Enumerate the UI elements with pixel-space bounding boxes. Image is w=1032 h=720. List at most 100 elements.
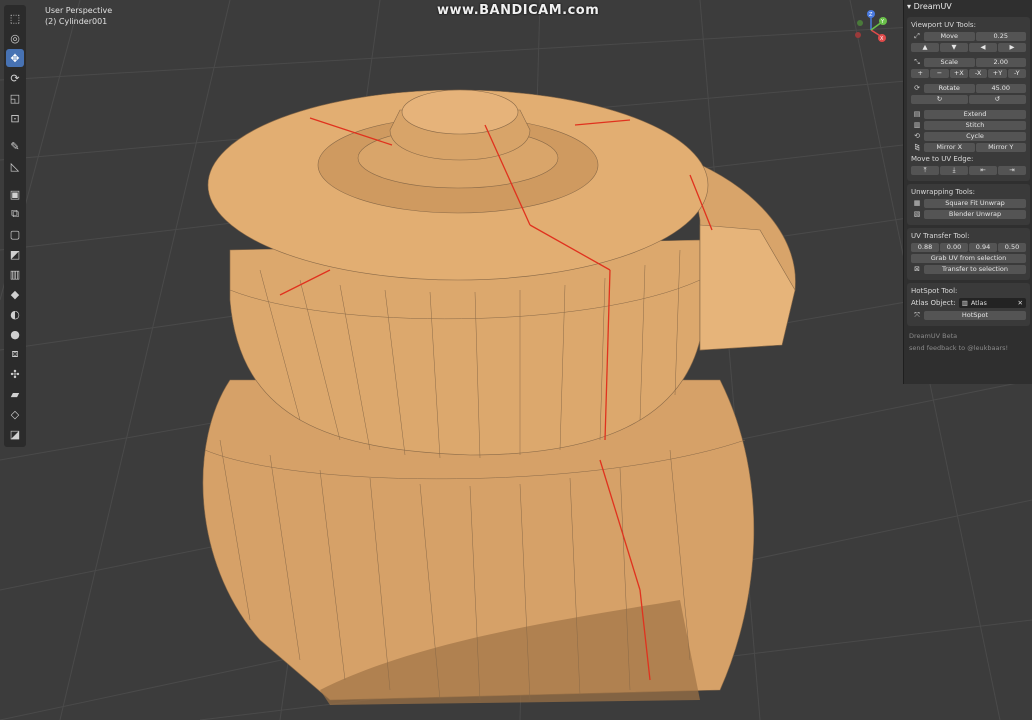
hotspot-box: HotSpot Tool: Atlas Object: ▥ Atlas ✕ ⤧ … (907, 283, 1030, 326)
view-mode-label: User Perspective (45, 6, 113, 15)
neg-x-axis-icon[interactable] (855, 32, 861, 38)
rotate-cw-icon: ↻ (936, 95, 943, 103)
scale-icon[interactable]: ◱ (6, 89, 24, 107)
extend-icon: ▤ (913, 110, 921, 118)
mesh-object-icon: ▥ (961, 299, 968, 307)
hotspot-icon: ⤧ (914, 311, 920, 319)
annotate-icon[interactable]: ✎ (6, 137, 24, 155)
edge-top-button[interactable]: ⤒ (911, 166, 939, 175)
move-up-button[interactable]: ▲ (911, 43, 939, 52)
transfer-value-1[interactable]: 0.88 (911, 243, 939, 252)
smooth-icon[interactable]: ● (6, 325, 24, 343)
scale-plus-y-button[interactable]: +Y (988, 69, 1007, 78)
inset-icon[interactable]: ▢ (6, 225, 24, 243)
shrink-fatten-icon[interactable]: ✣ (6, 365, 24, 383)
stitch-button[interactable]: Stitch (924, 121, 1026, 130)
spin-icon[interactable]: ◐ (6, 305, 24, 323)
move-down-button[interactable]: ▼ (940, 43, 968, 52)
viewport-scene[interactable] (0, 0, 1032, 720)
rotate-uv-icon: ⟳ (914, 84, 920, 92)
navigation-gizmo[interactable]: X Y Z (846, 8, 896, 50)
mirror-x-button[interactable]: Mirror X (924, 143, 975, 152)
extrude-icon[interactable]: ⧉ (6, 205, 24, 223)
rotate-button[interactable]: Rotate (924, 84, 975, 93)
atlas-object-field[interactable]: ▥ Atlas ✕ (958, 298, 1026, 308)
transfer-to-selection-button[interactable]: Transfer to selection (924, 265, 1026, 274)
uv-transfer-title: UV Transfer Tool: (911, 232, 970, 240)
x-axis-label: X (880, 36, 884, 42)
viewport-tools-title: Viewport UV Tools: (911, 21, 976, 29)
viewport-uv-tools-box: Viewport UV Tools: ⤢ Move 0.25 ▲ ▼ ◀ ▶ ⤡… (907, 17, 1030, 181)
move-uv-icon: ⤢ (914, 32, 920, 40)
hotspot-button[interactable]: HotSpot (924, 311, 1026, 320)
active-object-label: (2) Cylinder001 (45, 17, 108, 26)
transfer-value-4[interactable]: 0.50 (998, 243, 1026, 252)
uv-transfer-box: UV Transfer Tool: 0.88 0.00 0.94 0.50 Gr… (907, 228, 1030, 280)
edge-bottom-button[interactable]: ⤓ (940, 166, 968, 175)
move-value-field[interactable]: 0.25 (975, 32, 1026, 41)
neg-y-axis-icon[interactable] (857, 20, 863, 26)
scale-minus-button[interactable]: − (930, 69, 949, 78)
scale-minus-x-button[interactable]: -X (968, 69, 988, 78)
move-to-edge-title: Move to UV Edge: (911, 155, 974, 163)
measure-icon[interactable]: ◺ (6, 157, 24, 175)
viewport-info: User Perspective (2) Cylinder001 (45, 5, 112, 27)
feedback-label: send feedback to @leukbaars! (909, 344, 1009, 352)
bevel-icon[interactable]: ◩ (6, 245, 24, 263)
scale-plus-x-button[interactable]: +X (949, 69, 968, 78)
clear-icon[interactable]: ✕ (1018, 298, 1023, 308)
move-icon[interactable]: ✥ (6, 49, 24, 67)
add-cube-icon[interactable]: ▣ (6, 185, 24, 203)
rotate-ccw-button[interactable]: ↺ (969, 95, 1026, 104)
tool-shelf: ⬚ ◎ ✥ ⟳ ◱ ⊡ ✎ ◺ ▣ ⧉ ▢ ◩ ▥ ◆ ◐ ● ⧈ ✣ ▰ ◇ … (4, 5, 26, 447)
transfer-value-3[interactable]: 0.94 (969, 243, 997, 252)
rip-region-icon[interactable]: ◇ (6, 405, 24, 423)
panel-header[interactable]: ▾ DreamUV (904, 0, 1032, 14)
scale-plus-button[interactable]: + (911, 69, 930, 78)
loop-cut-icon[interactable]: ▥ (6, 265, 24, 283)
grab-uv-button[interactable]: Grab UV from selection (911, 254, 1026, 263)
scale-uv-icon: ⤡ (914, 58, 920, 66)
panel-title: DreamUV (913, 2, 952, 11)
unwrapping-title: Unwrapping Tools: (911, 188, 975, 196)
scale-value-field[interactable]: 2.00 (975, 58, 1026, 67)
transfer-value-2[interactable]: 0.00 (940, 243, 968, 252)
beta-label: DreamUV Beta (909, 332, 958, 340)
recording-watermark: www.BANDICAM.com (437, 3, 600, 18)
edge-right-button[interactable]: ⇥ (998, 166, 1026, 175)
cursor-icon[interactable]: ◎ (6, 29, 24, 47)
shear-icon[interactable]: ▰ (6, 385, 24, 403)
transform-icon[interactable]: ⊡ (6, 109, 24, 127)
rotate-icon[interactable]: ⟳ (6, 69, 24, 87)
3d-viewport[interactable]: User Perspective (2) Cylinder001 www.BAN… (0, 0, 1032, 720)
poly-build-icon[interactable]: ◆ (6, 285, 24, 303)
move-right-button[interactable]: ▶ (998, 43, 1026, 52)
select-box-icon[interactable]: ⬚ (6, 9, 24, 27)
rotate-ccw-icon: ↺ (994, 95, 1001, 103)
cycle-icon: ⟲ (914, 132, 920, 140)
stitch-icon: ▥ (913, 121, 921, 129)
z-axis-label: Z (869, 12, 873, 18)
transfer-icon: ⊠ (914, 265, 920, 273)
rotate-cw-button[interactable]: ↻ (911, 95, 968, 104)
atlas-object-value: Atlas (970, 299, 987, 307)
cycle-button[interactable]: Cycle (924, 132, 1026, 141)
mirror-icon: ⧎ (914, 143, 920, 151)
atlas-object-label: Atlas Object: (911, 299, 956, 307)
blender-unwrap-button[interactable]: Blender Unwrap (924, 210, 1026, 219)
cylinder-mesh[interactable] (202, 89, 796, 705)
scale-button[interactable]: Scale (924, 58, 975, 67)
move-button[interactable]: Move (924, 32, 975, 41)
knife-icon[interactable]: ◪ (6, 425, 24, 443)
square-fit-unwrap-button[interactable]: Square Fit Unwrap (924, 199, 1026, 208)
blender-unwrap-icon: ▧ (913, 210, 921, 218)
rotate-value-field[interactable]: 45.00 (975, 84, 1026, 93)
mirror-y-button[interactable]: Mirror Y (975, 143, 1026, 152)
scale-minus-y-button[interactable]: -Y (1007, 69, 1026, 78)
extend-button[interactable]: Extend (924, 110, 1026, 119)
toolbar-separator (4, 129, 26, 135)
edge-slide-icon[interactable]: ⧈ (6, 345, 24, 363)
edge-left-button[interactable]: ⇤ (969, 166, 997, 175)
move-left-button[interactable]: ◀ (969, 43, 997, 52)
unwrapping-tools-box: Unwrapping Tools: ▦ Square Fit Unwrap ▧ … (907, 184, 1030, 225)
